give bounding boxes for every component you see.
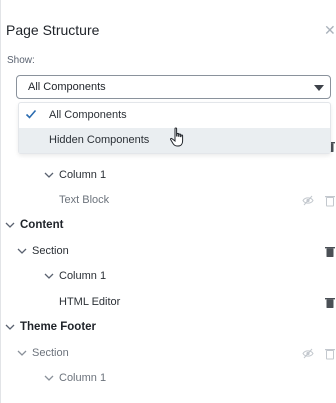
eye-off-icon[interactable] [302, 347, 314, 360]
chevron-down-icon[interactable] [17, 348, 27, 358]
trash-icon[interactable] [324, 245, 336, 258]
close-icon[interactable]: ✕ [324, 23, 336, 37]
tree-row-label: HTML Editor [59, 296, 121, 308]
chevron-down-icon[interactable] [5, 220, 15, 230]
tree-row-label: Column 1 [59, 372, 107, 384]
tree-row-theme-footer[interactable]: Theme Footer [1, 316, 336, 340]
chevron-down-icon[interactable] [44, 373, 54, 383]
tree-row-label: Column 1 [59, 270, 107, 282]
tree-row-column-1[interactable]: Column 1 [1, 265, 336, 289]
trash-icon[interactable] [324, 296, 336, 309]
chevron-down-icon[interactable] [5, 322, 15, 332]
tree-row-label: Theme Footer [20, 321, 97, 333]
page-structure-panel: Page Structure ✕ Show: All Components Co… [0, 0, 336, 403]
tree-row-html-editor[interactable]: HTML Editor [1, 291, 336, 315]
option-label: Hidden Components [49, 134, 150, 146]
panel-title: Page Structure [6, 22, 100, 38]
tree-row-column-1[interactable]: Column 1 [1, 164, 336, 188]
tree-row-section[interactable]: Section [1, 240, 336, 264]
tree-row-content[interactable]: Content [1, 214, 336, 238]
tree-row-section[interactable]: Section [1, 342, 336, 366]
option-label: All Components [49, 109, 127, 121]
hand-cursor-icon [170, 127, 184, 147]
tree-row-column-1[interactable]: Column 1 [1, 367, 336, 391]
trash-icon[interactable] [324, 347, 336, 360]
show-filter-value: All Components [28, 81, 106, 93]
eye-off-icon[interactable] [302, 194, 314, 207]
tree-row-label: Content [20, 219, 64, 231]
show-label: Show: [7, 55, 35, 66]
chevron-down-icon[interactable] [44, 170, 54, 180]
chevron-down-icon[interactable] [44, 271, 54, 281]
tree-row-label: Section [32, 347, 69, 359]
tree-row-label: Text Block [59, 194, 110, 206]
tree-row-label: Column 1 [59, 169, 107, 181]
chevron-down-icon[interactable] [17, 246, 27, 256]
option-all-components[interactable]: All Components [19, 103, 330, 128]
check-icon [25, 109, 37, 119]
show-filter-select[interactable]: All Components [16, 75, 331, 99]
caret-down-icon [314, 85, 324, 91]
tree-row-text-block[interactable]: Text Block [1, 189, 336, 213]
trash-icon[interactable] [324, 194, 336, 207]
tree-row-label: Section [32, 245, 69, 257]
